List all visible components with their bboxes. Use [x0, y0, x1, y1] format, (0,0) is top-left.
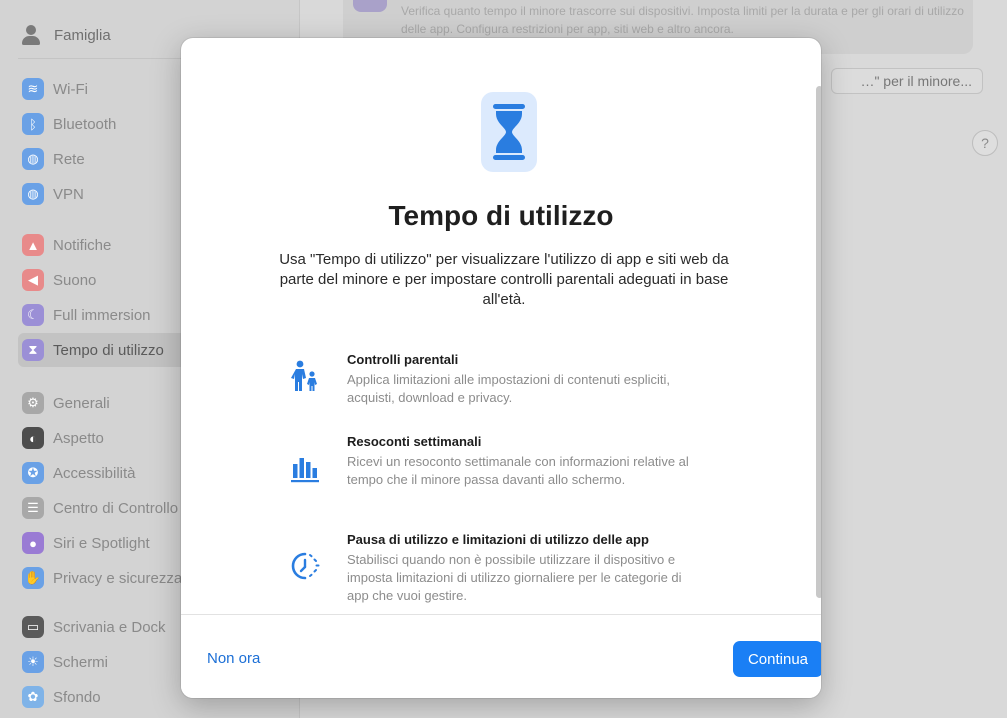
- sheet-footer: Non ora Continua: [181, 614, 821, 698]
- control-center-icon: ☰: [22, 497, 44, 519]
- feature-description: Applica limitazioni alle impostazioni di…: [347, 372, 670, 405]
- bluetooth-icon: ᛒ: [22, 113, 44, 135]
- feature-description: Stabilisci quando non è possibile utiliz…: [347, 552, 682, 603]
- sidebar-item-label: Rete: [53, 150, 85, 168]
- sidebar-item-label: Sfondo: [53, 688, 101, 706]
- sun-icon: ☀: [22, 651, 44, 673]
- hourglass-icon: [481, 92, 537, 172]
- feature-title: Resoconti settimanali: [347, 434, 482, 449]
- sidebar-item-label: Full immersion: [53, 306, 151, 324]
- hourglass-icon: ⧗: [22, 339, 44, 361]
- screen-time-sheet: Tempo di utilizzo Usa "Tempo di utilizzo…: [181, 38, 821, 698]
- downtime-icon: [291, 552, 320, 580]
- sidebar-item-label: Schermi: [53, 653, 109, 671]
- sheet-intro: Usa "Tempo di utilizzo" per visualizzare…: [279, 251, 729, 308]
- sidebar-item-label: Famiglia: [54, 26, 111, 44]
- moon-icon: ☾: [22, 304, 44, 326]
- globe-icon: ◍: [22, 148, 44, 170]
- feature-title: Pausa di utilizzo e limitazioni di utili…: [347, 532, 649, 547]
- sidebar-item-label: Tempo di utilizzo: [53, 341, 164, 359]
- siri-icon: ●: [22, 532, 44, 554]
- sidebar-item-label: Notifiche: [53, 236, 112, 254]
- screen-time-app-icon: [353, 0, 387, 12]
- sidebar-item-label: VPN: [53, 185, 84, 203]
- sidebar-item-label: Aspetto: [53, 429, 104, 447]
- feature-title: Controlli parentali: [347, 352, 459, 367]
- feature-description: Ricevi un resoconto settimanale con info…: [347, 454, 689, 487]
- person-icon: [20, 24, 42, 46]
- sidebar-item-label: Generali: [53, 394, 110, 412]
- not-now-button[interactable]: Non ora: [207, 650, 260, 667]
- sidebar-item-label: Siri e Spotlight: [53, 534, 150, 552]
- screen-time-description: Verifica quanto tempo il minore trascorr…: [401, 4, 964, 36]
- sheet-scroll-area: Tempo di utilizzo Usa "Tempo di utilizzo…: [181, 38, 821, 614]
- sidebar-item-family[interactable]: Famiglia: [20, 20, 111, 50]
- continue-button[interactable]: Continua: [733, 641, 821, 677]
- sidebar-item-label: Bluetooth: [53, 115, 117, 133]
- wifi-icon: ≋: [22, 78, 44, 100]
- sheet-title: Tempo di utilizzo: [388, 200, 614, 231]
- sidebar-item-label: Privacy e sicurezza: [53, 569, 183, 587]
- appearance-icon: ◐: [22, 427, 44, 449]
- bell-icon: ▲: [22, 234, 44, 256]
- help-button[interactable]: ?: [972, 130, 998, 156]
- wallpaper-icon: ✿: [22, 686, 44, 708]
- speaker-icon: ◀: [22, 269, 44, 291]
- hand-icon: ✋: [22, 567, 44, 589]
- parent-child-icon: [291, 360, 317, 391]
- sidebar-item-label: Wi-Fi: [53, 80, 88, 98]
- sidebar-item-label: Scrivania e Dock: [53, 618, 166, 636]
- gear-icon: ⚙: [22, 392, 44, 414]
- sidebar-item-label: Suono: [53, 271, 97, 289]
- vpn-globe-icon: ◍: [22, 183, 44, 205]
- setup-for-child-button[interactable]: …" per il minore...: [831, 68, 983, 94]
- sheet-scrollbar[interactable]: [816, 86, 821, 598]
- accessibility-icon: ✪: [22, 462, 44, 484]
- sidebar-item-label: Accessibilità: [53, 464, 136, 482]
- dock-icon: ▭: [22, 616, 44, 638]
- sidebar-item-label: Centro di Controllo: [53, 499, 179, 517]
- bar-chart-icon: [291, 458, 319, 483]
